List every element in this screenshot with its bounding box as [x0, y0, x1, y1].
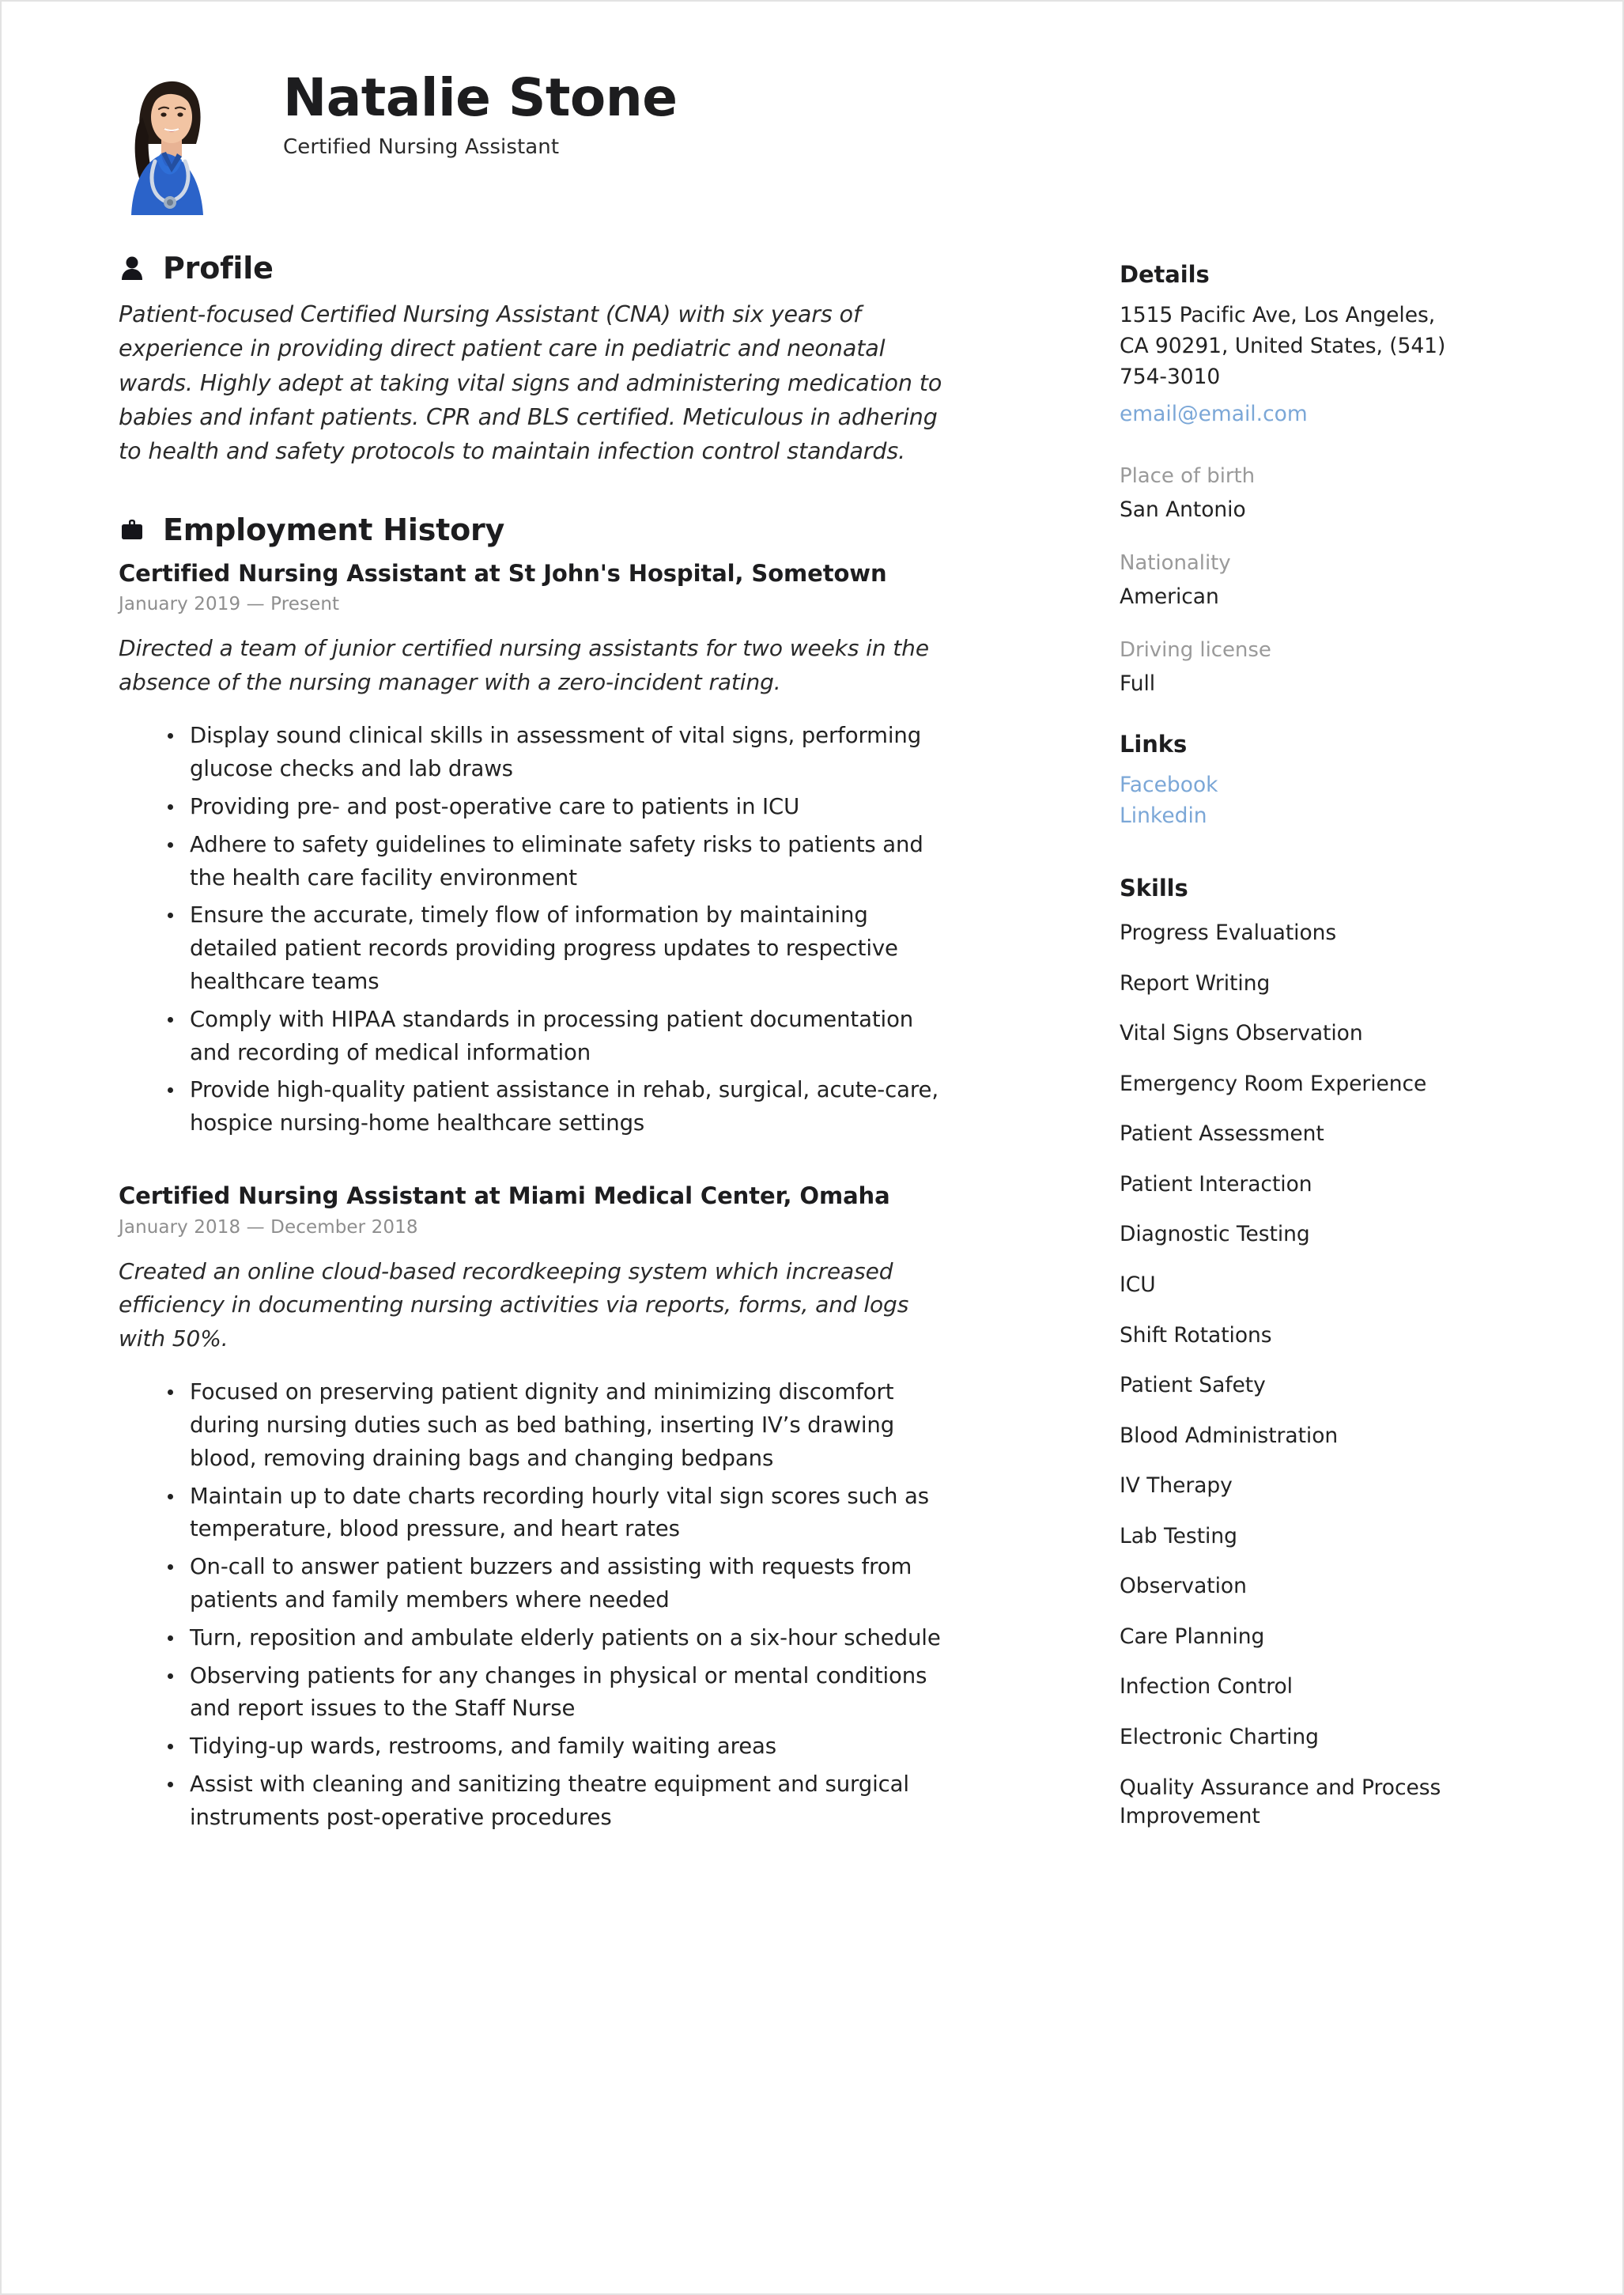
skill-item: Blood Administration [1120, 1423, 1339, 1448]
job-bullet-list: Focused on preserving patient dignity an… [119, 1376, 942, 1834]
skill-item: Shift Rotations [1120, 1322, 1272, 1348]
skill-item: Patient Interaction [1120, 1171, 1312, 1197]
job-summary: Created an online cloud-based recordkeep… [119, 1257, 909, 1352]
resume-columns: Profile Patient-focused Certified Nursin… [2, 253, 1622, 1881]
skill-item: ICU [1120, 1272, 1156, 1297]
skill-item: IV Therapy [1120, 1473, 1233, 1499]
header-text: Natalie Stone Certified Nursing Assistan… [283, 63, 678, 159]
link-linkedin[interactable]: Linkedin [1120, 801, 1543, 832]
skills-section: Skills Progress Evaluations Report Writi… [1120, 875, 1543, 1832]
job-bullet: Focused on preserving patient dignity an… [164, 1376, 942, 1475]
skill-item: Emergency Room Experience [1120, 1071, 1427, 1096]
skill-item: Quality Assurance and Process Improvemen… [1120, 1775, 1441, 1829]
skill-item: Progress Evaluations [1120, 921, 1337, 946]
resume-page: Natalie Stone Certified Nursing Assistan… [0, 0, 1624, 2295]
job-dates: January 2019 — Present [119, 594, 340, 615]
job-bullet: Display sound clinical skills in assessm… [164, 720, 942, 786]
links-section: Links Facebook Linkedin [1120, 731, 1543, 832]
detail-label: Place of birth [1120, 463, 1256, 488]
job-entry: Certified Nursing Assistant at St John's… [119, 559, 942, 1140]
address-line: 1515 Pacific Ave, Los Angeles, [1120, 303, 1436, 327]
profile-section-head: Profile [119, 253, 942, 283]
skills-heading: Skills [1120, 875, 1188, 902]
detail-value: San Antonio [1120, 497, 1246, 522]
detail-field-nationality: Nationality American [1120, 549, 1543, 612]
link-facebook[interactable]: Facebook [1120, 770, 1543, 801]
address-line: 754-3010 [1120, 364, 1221, 389]
skill-item: Vital Signs Observation [1120, 1021, 1363, 1046]
job-dates: January 2018 — December 2018 [119, 1216, 418, 1238]
address-line: CA 90291, United States, (541) [1120, 333, 1446, 358]
job-bullet: Assist with cleaning and sanitizing thea… [164, 1768, 942, 1835]
job-bullet: Turn, reposition and ambulate elderly pa… [164, 1622, 942, 1655]
profile-heading: Profile [163, 251, 274, 285]
employment-section: Employment History Certified Nursing Ass… [119, 515, 942, 1835]
avatar [120, 68, 213, 215]
person-icon [119, 255, 145, 282]
email-link[interactable]: email@email.com [1120, 399, 1543, 430]
skill-item: Care Planning [1120, 1624, 1265, 1649]
skills-list: Progress Evaluations Report Writing Vita… [1120, 919, 1543, 1832]
employment-heading: Employment History [163, 512, 505, 547]
details-heading: Details [1120, 261, 1210, 288]
skill-item: Observation [1120, 1574, 1247, 1599]
job-bullet: Provide high-quality patient assistance … [164, 1074, 942, 1140]
skill-item: Patient Safety [1120, 1373, 1266, 1398]
job-bullet: On-call to answer patient buzzers and as… [164, 1551, 942, 1617]
skill-item: Diagnostic Testing [1120, 1222, 1310, 1247]
skill-item: Report Writing [1120, 970, 1271, 996]
job-bullet: Comply with HIPAA standards in processin… [164, 1004, 942, 1070]
job-bullet: Observing patients for any changes in ph… [164, 1660, 942, 1726]
job-bullet: Ensure the accurate, timely flow of info… [164, 899, 942, 998]
full-name: Natalie Stone [283, 67, 678, 128]
profile-text: Patient-focused Certified Nursing Assist… [119, 301, 942, 465]
resume-header: Natalie Stone Certified Nursing Assistan… [2, 2, 1622, 215]
detail-label: Driving license [1120, 638, 1271, 663]
detail-field-place-of-birth: Place of birth San Antonio [1120, 462, 1543, 525]
skill-item: Lab Testing [1120, 1523, 1237, 1548]
job-bullet: Providing pre- and post-operative care t… [164, 791, 942, 824]
job-bullet: Adhere to safety guidelines to eliminate… [164, 829, 942, 895]
job-summary: Directed a team of junior certified nurs… [119, 635, 929, 695]
job-heading: Certified Nursing Assistant at Miami Med… [119, 1182, 890, 1209]
skill-item: Infection Control [1120, 1674, 1293, 1700]
links-heading: Links [1120, 731, 1188, 758]
employment-section-head: Employment History [119, 515, 942, 545]
job-bullet: Tidying-up wards, restrooms, and family … [164, 1730, 942, 1764]
details-section: Details 1515 Pacific Ave, Los Angeles, C… [1120, 261, 1543, 430]
job-entry: Certified Nursing Assistant at Miami Med… [119, 1182, 942, 1835]
detail-field-driving-license: Driving license Full [1120, 636, 1543, 699]
job-bullet-list: Display sound clinical skills in assessm… [119, 720, 942, 1140]
skill-item: Electronic Charting [1120, 1725, 1319, 1750]
main-column: Profile Patient-focused Certified Nursin… [2, 253, 990, 1881]
detail-value: Full [1120, 671, 1156, 696]
briefcase-icon [119, 516, 145, 543]
job-spacer [119, 1153, 942, 1182]
job-heading: Certified Nursing Assistant at St John's… [119, 559, 887, 587]
job-title: Certified Nursing Assistant [283, 134, 560, 159]
detail-value: American [1120, 584, 1219, 609]
sidebar-column: Details 1515 Pacific Ave, Los Angeles, C… [990, 253, 1622, 1881]
profile-section: Profile Patient-focused Certified Nursin… [119, 253, 942, 469]
job-bullet: Maintain up to date charts recording hou… [164, 1480, 942, 1547]
skill-item: Patient Assessment [1120, 1121, 1324, 1147]
detail-label: Nationality [1120, 550, 1231, 575]
